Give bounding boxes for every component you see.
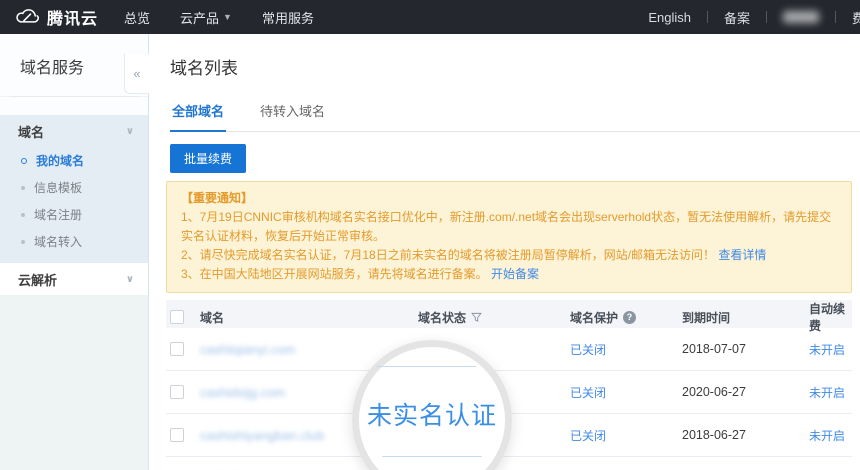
- top-navbar: 腾讯云 总览 云产品 ▼ 常用服务 English 备案 费用: [0, 0, 860, 34]
- divider: [766, 11, 767, 23]
- bullet-icon: [21, 240, 25, 244]
- batch-renew-button[interactable]: 批量续费: [170, 144, 246, 173]
- cloud-logo-icon: [16, 9, 40, 26]
- important-notice-banner: 【重要通知】 1、7月19日CNNIC审核机构域名实名接口优化中，新注册.com…: [166, 181, 852, 293]
- nav-cloud-products[interactable]: 云产品 ▼: [180, 8, 232, 27]
- table-header-row: 域名 域名状态 域名保护 ? 到期时间 自动续费: [166, 300, 852, 328]
- select-all-checkbox[interactable]: [170, 310, 184, 324]
- expire-date: 2018-06-27: [682, 428, 809, 442]
- header-domain: 域名: [200, 309, 418, 326]
- sidebar-group-domain-header[interactable]: 域名 ∨: [0, 115, 148, 147]
- logo-text: 腾讯云: [47, 5, 98, 29]
- language-switch[interactable]: English: [648, 10, 691, 25]
- magnified-underline: [382, 456, 482, 457]
- row-checkbox[interactable]: [170, 342, 184, 356]
- sidebar: 域名服务 « 域名 ∨ 我的域名 信息模板 域名注册 域名转入 云解析 ∨: [0, 34, 149, 470]
- sidebar-item-domain-transfer[interactable]: 域名转入: [0, 228, 148, 255]
- table-row: suffix94.club 未实名认证 已关闭 2018-05-12 未开启: [166, 457, 852, 470]
- nav-billing-cutoff[interactable]: 费用: [852, 8, 860, 27]
- sidebar-group-domain: 域名 ∨ 我的域名 信息模板 域名注册 域名转入: [0, 115, 148, 263]
- view-details-link[interactable]: 查看详情: [718, 248, 766, 262]
- nav-beian[interactable]: 备案: [724, 8, 750, 27]
- sidebar-group-dns-header[interactable]: 云解析 ∨: [0, 263, 148, 295]
- chevron-down-icon: ∨: [126, 274, 134, 285]
- protect-toggle-link[interactable]: 已关闭: [570, 427, 682, 444]
- auto-renew-link[interactable]: 未开启: [809, 341, 852, 358]
- sidebar-item-domain-register[interactable]: 域名注册: [0, 201, 148, 228]
- not-verified-label: 未实名认证: [352, 396, 512, 432]
- topbar-right: English 备案 费用: [648, 8, 860, 27]
- protect-toggle-link[interactable]: 已关闭: [570, 341, 682, 358]
- magnified-underline: [376, 366, 476, 367]
- chevron-down-icon: ∨: [126, 126, 134, 137]
- help-question-icon[interactable]: ?: [623, 311, 636, 324]
- auto-renew-link[interactable]: 未开启: [809, 427, 852, 444]
- sidebar-item-my-domains[interactable]: 我的域名: [0, 147, 148, 174]
- account-name-blurred[interactable]: [783, 11, 819, 23]
- bullet-icon: [21, 186, 25, 190]
- chevron-down-icon: ▼: [223, 12, 232, 22]
- sidebar-item-info-template[interactable]: 信息模板: [0, 174, 148, 201]
- header-auto-renew: 自动续费: [809, 300, 852, 334]
- bullet-icon: [21, 213, 25, 217]
- divider: [835, 11, 836, 23]
- tencent-cloud-logo[interactable]: 腾讯云: [16, 5, 98, 29]
- domain-table: 域名 域名状态 域名保护 ? 到期时间 自动续费 cashiiqianyi.co…: [166, 300, 852, 470]
- table-row: cashiiqianyi.com 正常 已关闭 2018-07-07 未开启: [166, 328, 852, 371]
- header-expire: 到期时间: [682, 309, 809, 326]
- divider: [707, 11, 708, 23]
- expire-date: 2018-07-07: [682, 342, 809, 356]
- notice-line-2: 2、请尽快完成域名实名认证，7月18日之前未实名的域名将被注册局暂停解析，网站/…: [181, 246, 837, 265]
- auto-renew-link[interactable]: 未开启: [809, 384, 852, 401]
- notice-title: 【重要通知】: [181, 189, 837, 208]
- start-beian-link[interactable]: 开始备案: [491, 267, 539, 281]
- tab-bar: 全部域名 待转入域名: [170, 101, 860, 132]
- page-title: 域名列表: [170, 54, 860, 79]
- nav-common-services[interactable]: 常用服务: [262, 8, 314, 27]
- bullet-icon: [21, 158, 27, 164]
- top-navigation: 总览 云产品 ▼ 常用服务: [124, 8, 314, 27]
- header-status: 域名状态: [418, 309, 570, 326]
- tab-pending-transfer[interactable]: 待转入域名: [258, 101, 327, 131]
- notice-line-3: 3、在中国大陆地区开展网站服务，请先将域名进行备案。 开始备案: [181, 265, 837, 284]
- collapse-arrow-icon: «: [133, 66, 140, 81]
- filter-funnel-icon[interactable]: [471, 312, 482, 323]
- tab-all-domains[interactable]: 全部域名: [170, 101, 226, 132]
- nav-overview[interactable]: 总览: [124, 8, 150, 27]
- notice-line-1: 1、7月19日CNNIC审核机构域名实名接口优化中，新注册.com/.net域名…: [181, 208, 837, 246]
- row-checkbox[interactable]: [170, 385, 184, 399]
- header-protect: 域名保护 ?: [570, 309, 682, 326]
- protect-toggle-link[interactable]: 已关闭: [570, 384, 682, 401]
- sidebar-collapse-button[interactable]: «: [124, 54, 149, 94]
- row-checkbox[interactable]: [170, 428, 184, 442]
- expire-date: 2020-06-27: [682, 385, 809, 399]
